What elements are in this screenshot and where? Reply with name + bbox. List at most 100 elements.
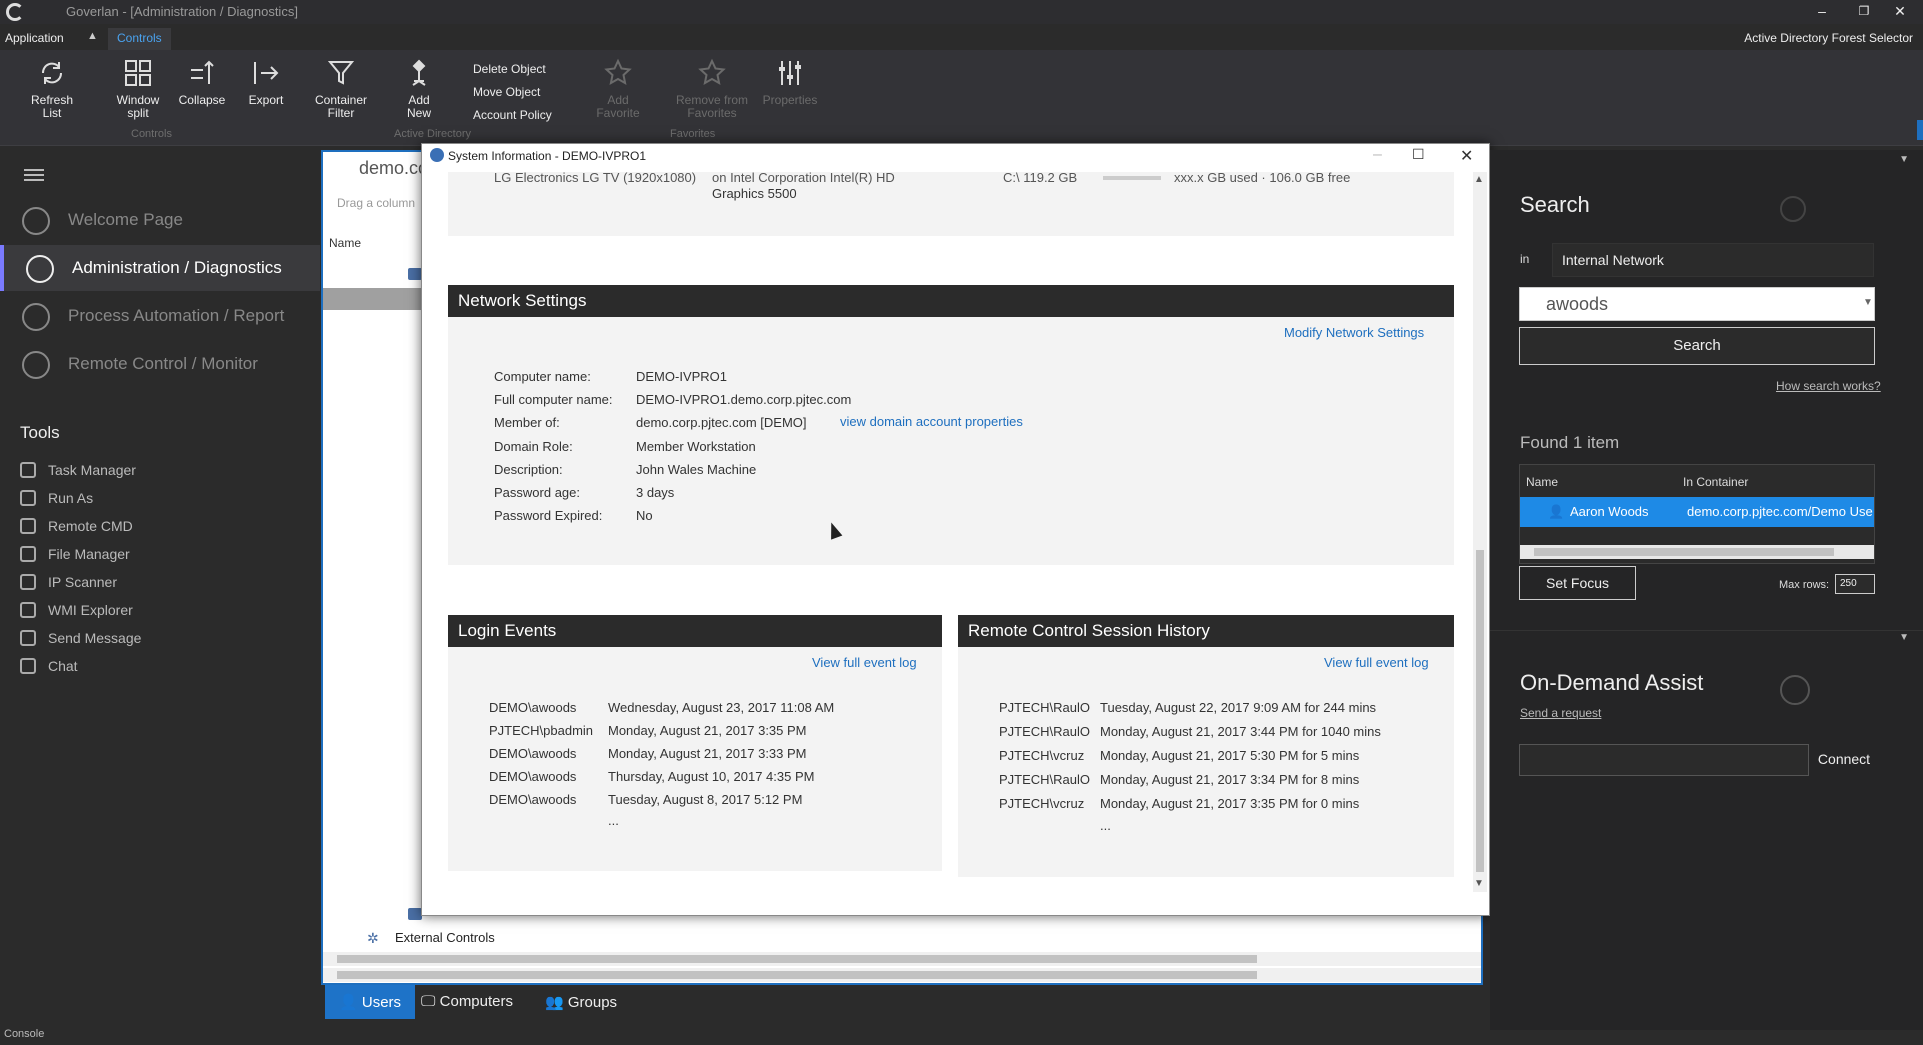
field-value: 3 days xyxy=(636,485,675,500)
search-icon xyxy=(1780,196,1806,222)
hamburger-menu-icon[interactable] xyxy=(24,169,44,184)
modify-network-settings-link[interactable]: Modify Network Settings xyxy=(1284,325,1424,340)
container-filter-button[interactable]: Container Filter xyxy=(311,58,371,120)
task-manager-icon xyxy=(20,462,36,478)
move-object-button[interactable]: Move Object xyxy=(473,85,540,99)
set-focus-button[interactable]: Set Focus xyxy=(1519,566,1636,600)
remove-favorites-button[interactable]: Remove from Favorites xyxy=(670,58,754,120)
start-icon xyxy=(22,207,50,235)
minimize-button[interactable]: – xyxy=(1806,0,1838,24)
scroll-thumb[interactable] xyxy=(1476,550,1484,872)
collapse-button[interactable]: Collapse xyxy=(176,58,228,107)
pin-icon[interactable]: ▼ xyxy=(1899,632,1909,643)
collapse-icon xyxy=(191,60,214,84)
scroll-down-icon[interactable]: ▼ xyxy=(1474,878,1484,889)
results-horizontal-scrollbar[interactable] xyxy=(1520,545,1874,559)
max-rows-input[interactable]: 250 xyxy=(1835,574,1875,594)
send-request-link[interactable]: Send a request xyxy=(1520,706,1601,720)
tool-task-manager[interactable]: Task Manager xyxy=(20,462,136,484)
nav-remote-control[interactable]: Remote Control / Monitor xyxy=(0,341,320,387)
horizontal-scrollbar[interactable] xyxy=(323,952,1481,966)
admin-icon xyxy=(26,255,54,283)
add-new-button[interactable]: Add New xyxy=(398,58,440,120)
name-column-header[interactable]: Name xyxy=(329,236,361,250)
disk-usage-bar xyxy=(1103,176,1161,180)
goverlan-small-icon xyxy=(430,148,444,162)
tool-chat[interactable]: Chat xyxy=(20,658,78,680)
connect-button[interactable]: Connect xyxy=(1813,744,1875,776)
nav-process-automation[interactable]: Process Automation / Report xyxy=(0,293,320,339)
collapse-ribbon-icon[interactable]: ▲ xyxy=(87,30,98,42)
controls-tab[interactable]: Controls xyxy=(108,28,171,50)
tool-remote-cmd[interactable]: Remote CMD xyxy=(20,518,133,540)
external-controls-node[interactable]: External Controls xyxy=(395,930,495,945)
search-button[interactable]: Search xyxy=(1519,327,1875,365)
graphics-partial: on Intel Corporation Intel(R) HD xyxy=(712,170,895,185)
dialog-title-text: System Information - DEMO-IVPRO1 xyxy=(448,149,647,163)
view-full-event-log-link[interactable]: View full event log xyxy=(1324,655,1429,670)
session-time: Monday, August 21, 2017 3:34 PM for 8 mi… xyxy=(1100,772,1360,787)
add-favorite-button[interactable]: Add Favorite xyxy=(596,58,640,120)
add-new-icon xyxy=(412,59,426,86)
domain-tab[interactable]: demo.co xyxy=(359,158,428,179)
field-value: No xyxy=(636,508,653,523)
forest-selector-link[interactable]: Active Directory Forest Selector xyxy=(1744,31,1913,45)
chevron-down-icon[interactable]: ▼ xyxy=(1863,297,1873,308)
field-label: Description: xyxy=(494,462,563,477)
tool-label: Remote CMD xyxy=(48,518,133,534)
delete-object-button[interactable]: Delete Object xyxy=(473,62,546,76)
scroll-up-icon[interactable]: ▲ xyxy=(1474,174,1484,185)
headset-icon xyxy=(1780,675,1810,705)
tab-label: Computers xyxy=(439,993,513,1010)
dialog-minimize-button[interactable]: – xyxy=(1373,146,1382,164)
session-user: PJTECH\RaulO xyxy=(999,700,1091,715)
panel-edge-indicator xyxy=(1917,120,1923,140)
export-button[interactable]: Export xyxy=(242,58,290,107)
sliders-icon xyxy=(779,61,801,85)
refresh-list-button[interactable]: Refresh List xyxy=(24,58,80,120)
groups-icon: 👥 xyxy=(545,994,568,1011)
login-events-section: Login Events View full event log DEMO\aw… xyxy=(448,615,942,871)
external-controls-icon: ✲ xyxy=(367,930,379,946)
tool-run-as[interactable]: Run As xyxy=(20,490,93,512)
restore-button[interactable]: ❐ xyxy=(1848,0,1880,24)
tab-computers[interactable]: 🖵 Computers xyxy=(407,985,527,1019)
application-menu[interactable]: Application xyxy=(5,31,64,45)
table-row[interactable]: 👤 Aaron Woods demo.corp.pjtec.com/Demo U… xyxy=(1520,497,1874,527)
column-header-name[interactable]: Name xyxy=(1526,475,1558,489)
search-scope-field[interactable]: Internal Network xyxy=(1552,243,1874,277)
dialog-maximize-button[interactable]: ☐ xyxy=(1412,146,1425,163)
add-new-label: Add New xyxy=(406,93,431,120)
result-container: demo.corp.pjtec.com/Demo Use xyxy=(1687,504,1873,519)
how-search-works-link[interactable]: How search works? xyxy=(1776,379,1881,393)
column-header-container[interactable]: In Container xyxy=(1683,475,1748,489)
search-input[interactable]: awoods xyxy=(1519,287,1875,321)
selected-tree-row[interactable] xyxy=(323,288,423,310)
more-sessions-ellipsis: ... xyxy=(1100,818,1111,833)
tab-groups[interactable]: 👥 Groups xyxy=(531,985,631,1019)
folder-icon xyxy=(20,546,36,562)
horizontal-scrollbar[interactable] xyxy=(323,968,1481,982)
connect-input[interactable] xyxy=(1519,744,1809,776)
login-events-header: Login Events xyxy=(448,615,942,647)
tool-ip-scanner[interactable]: IP Scanner xyxy=(20,574,117,596)
nav-administration-diagnostics[interactable]: Administration / Diagnostics xyxy=(0,245,320,291)
session-user: PJTECH\vcruz xyxy=(999,748,1085,763)
properties-button[interactable]: Properties xyxy=(762,58,818,107)
tab-users[interactable]: 👤 Users xyxy=(325,985,416,1019)
dialog-close-button[interactable]: ✕ xyxy=(1460,146,1473,166)
view-full-event-log-link[interactable]: View full event log xyxy=(812,655,917,670)
tool-send-message[interactable]: Send Message xyxy=(20,630,141,652)
pin-icon[interactable]: ▼ xyxy=(1899,154,1909,165)
display-info-section: LG Electronics LG TV (1920x1080) on Inte… xyxy=(448,170,1454,236)
nav-welcome-page[interactable]: Welcome Page xyxy=(0,197,320,243)
tool-wmi-explorer[interactable]: WMI Explorer xyxy=(20,602,133,624)
tool-file-manager[interactable]: File Manager xyxy=(20,546,130,568)
close-button[interactable]: ✕ xyxy=(1884,0,1916,24)
account-policy-button[interactable]: Account Policy xyxy=(473,108,552,122)
event-user: PJTECH\pbadmin xyxy=(489,723,594,738)
dialog-vertical-scrollbar[interactable]: ▲ ▼ xyxy=(1473,172,1487,892)
message-icon xyxy=(20,630,36,646)
window-split-button[interactable]: Window split xyxy=(110,58,166,120)
view-domain-account-link[interactable]: view domain account properties xyxy=(840,414,1023,429)
